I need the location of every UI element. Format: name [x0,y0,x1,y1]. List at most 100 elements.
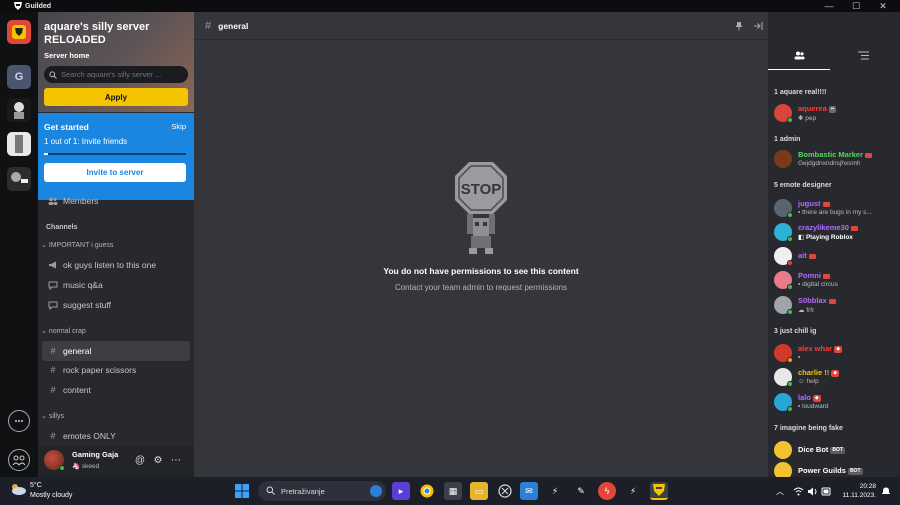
server-icon-g[interactable]: G [7,65,31,89]
maximize-icon[interactable]: ☐ [843,0,869,12]
notification-bell-icon[interactable] [880,485,892,497]
close-icon[interactable]: ✕ [870,0,896,12]
wifi-icon[interactable] [792,485,804,497]
hash-icon: # [205,19,212,32]
server-icon-aquare[interactable] [7,20,31,44]
presence-dot [787,406,793,412]
minimize-icon[interactable]: — [816,0,842,12]
tab-members[interactable] [768,42,830,70]
member-avatar [774,441,792,459]
presence-dot [787,357,793,363]
channel-content[interactable]: # content [42,380,190,400]
hash-icon: # [50,346,56,356]
flag-icon [828,298,836,304]
status-emoji-icon: ▪ [798,281,801,288]
store-icon[interactable]: ▦ [444,482,462,500]
channel-suggest-stuff[interactable]: suggest stuff [42,295,190,315]
channel-music-qa[interactable]: music q&a [42,275,190,295]
volume-icon[interactable] [806,485,818,497]
member-item[interactable]: Power Guilds BOT [774,461,896,477]
members-icon [794,47,805,65]
channel-rock-paper-scissors[interactable]: # rock paper scissors [42,360,190,380]
role-badge-icon: ◆ [812,394,821,402]
members-tabs [768,42,900,70]
friends-icon[interactable] [8,449,30,471]
server-name[interactable]: aquare's silly server RELOADED [44,21,184,47]
group-normal-crap[interactable]: ⌄ normal crap [41,327,86,335]
channel-header: # general [194,12,768,40]
server-icon-dark[interactable] [7,98,31,122]
battery-icon[interactable] [820,485,832,497]
chrome-icon[interactable] [418,482,436,500]
presence-dot [787,212,793,218]
channel-general[interactable]: # general [42,341,190,361]
user-online-dot [59,465,65,471]
weather-condition[interactable]: Mostly cloudy [30,492,72,499]
channel-title: general [218,20,249,31]
members-label: Members [63,196,99,206]
member-item[interactable]: lalo ◆ ▪ loudward [774,392,896,414]
member-group-title: 1 admin [774,136,801,143]
windows-taskbar: 5°C Mostly cloudy Pretraživanje ▸ ▦ ▭ ✉ … [0,477,900,505]
main-content: # general STOP You do not have permissio… [194,12,768,477]
megaphone-icon [47,261,59,269]
start-icon[interactable] [233,482,251,500]
taskbar-search[interactable]: Pretraživanje [258,481,386,501]
group-important[interactable]: ⌄ IMPORTANT i guess [41,241,113,249]
weather-temperature[interactable]: 5°C [30,482,42,489]
taskbar-clock[interactable]: 20:28 11.11.2023. [838,482,876,500]
member-item[interactable]: charlie !! ◆ ☺ help [774,367,896,389]
xbox-icon[interactable] [496,482,514,500]
member-item[interactable]: jugust ▪ there are bugs in my s... [774,198,896,220]
group-sillys[interactable]: ⌄ sillys [41,412,64,420]
server-search-input[interactable] [61,70,181,79]
gear-icon[interactable]: ⚙ [152,454,164,466]
guilded-taskbar-icon[interactable] [650,482,668,500]
file-explorer-icon[interactable]: ▭ [470,482,488,500]
no-permission-view: STOP You do not have permissions to see … [194,160,768,292]
weather-cloud-icon[interactable] [9,482,27,496]
apply-button[interactable]: Apply [44,88,188,106]
member-item[interactable]: Bombastic Marker Gejdgdnxndnsjhxsmh [774,149,896,171]
flag-icon [822,201,830,207]
toggle-members-icon[interactable] [751,19,765,33]
channel-ok-guys[interactable]: ok guys listen to this one [42,255,190,275]
app-spark-icon[interactable]: ✎ [572,482,590,500]
pin-icon[interactable] [732,19,746,33]
channel-emotes-only[interactable]: # emotes ONLY [42,426,190,446]
guilded-logo-icon [14,2,22,10]
support-chat-icon[interactable] [8,410,30,432]
bing-icon [370,485,382,497]
channel-sidebar: aquare's silly server RELOADED Server ho… [38,12,194,477]
server-home-label[interactable]: Server home [44,51,89,60]
tab-threads[interactable] [832,42,894,70]
member-item[interactable]: aquerea ▪▪ ✱ pep [774,103,896,125]
member-item[interactable]: crazylikeme30 ◧ Playing Roblox [774,222,896,244]
server-icon-light[interactable] [7,132,31,156]
mention-icon[interactable]: @ [134,454,146,466]
mail-icon[interactable]: ✉ [520,482,538,500]
flag-icon [865,152,873,158]
get-started-title: Get started [44,122,89,132]
server-search[interactable] [44,66,188,83]
more-icon[interactable]: ⋯ [170,454,182,466]
get-started-progress-text: 1 out of 1: Invite friends [44,137,128,146]
app-red-icon[interactable]: ϟ [598,482,616,500]
app-white-icon[interactable]: ⚡ [546,482,564,500]
get-started-progress-bar [44,153,186,155]
user-name[interactable]: Gaming Gaja [72,450,118,459]
member-item[interactable]: ait [774,246,896,268]
server-icon-meme[interactable] [7,167,31,191]
member-item[interactable]: S0bblax ☁ frfr [774,295,896,317]
members-nav-item[interactable]: Members [42,191,190,211]
speech-bubble-icon [47,281,59,290]
tray-overflow-icon[interactable]: ︿ [774,485,786,497]
user-bar: Gaming Gaja 🦄 skeed @ ⚙ ⋯ [38,446,194,477]
app-bolt-icon[interactable]: ⚡ [624,482,642,500]
member-item[interactable]: Pomni ▪ digital circus [774,270,896,292]
skip-button[interactable]: Skip [171,122,186,131]
meet-icon[interactable]: ▸ [392,482,410,500]
member-item[interactable]: alex whar ◆ ▪ [774,343,896,365]
invite-to-server-button[interactable]: Invite to server [44,163,186,182]
member-item[interactable]: Dice Bot BOT [774,440,896,462]
